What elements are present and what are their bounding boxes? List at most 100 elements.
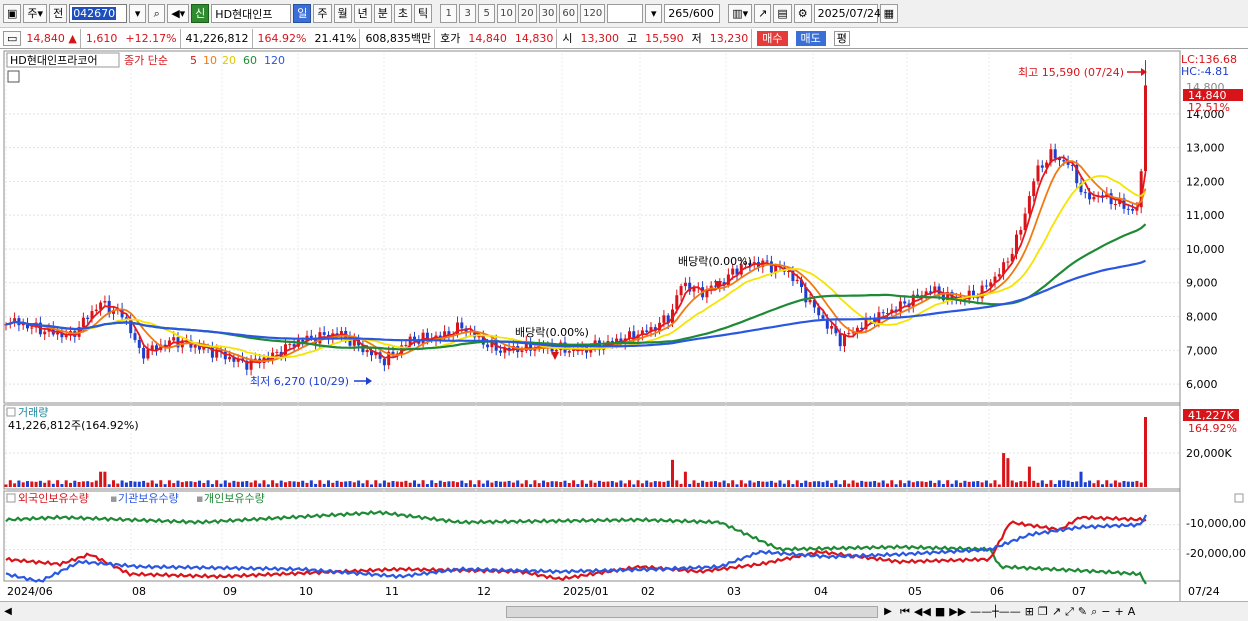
x-tick-label: 05 — [908, 585, 922, 598]
zoom-icon[interactable]: ⌕ — [1091, 605, 1097, 619]
volume-bar — [430, 480, 434, 487]
volume-bar — [314, 483, 318, 487]
volume-bar — [107, 484, 111, 487]
copy-icon[interactable]: ❐ — [1038, 605, 1048, 619]
multiplier-1[interactable]: 1 — [440, 4, 458, 23]
count-field[interactable]: 265/600 — [664, 4, 721, 23]
volume-bar — [1083, 482, 1087, 487]
volume-bar — [696, 482, 700, 487]
layout-icon[interactable]: ⊞ — [1025, 605, 1034, 619]
window-icon[interactable]: ▣ — [3, 4, 22, 23]
volume-bar — [86, 481, 90, 487]
period-tick[interactable]: 틱 — [414, 4, 433, 23]
volume-bar — [137, 481, 141, 487]
custom-multiplier-input[interactable] — [607, 4, 644, 23]
eval-button[interactable]: 평 — [831, 30, 853, 46]
volume-bar — [726, 483, 730, 487]
period-minute[interactable]: 분 — [373, 4, 392, 23]
volume-bar — [1015, 482, 1018, 487]
zoom-out-icon[interactable]: − — [1101, 605, 1110, 619]
candle-body — [275, 351, 279, 353]
candle-body — [847, 333, 851, 335]
period-year[interactable]: 년 — [353, 4, 372, 23]
multiplier-120[interactable]: 120 — [580, 4, 606, 23]
scroll-track[interactable] — [16, 605, 880, 619]
volume-bar — [1122, 480, 1126, 487]
volume-bar — [241, 481, 244, 487]
save-icon[interactable]: ▤ — [773, 4, 792, 23]
search-icon[interactable]: ⌕ — [148, 4, 166, 23]
volume-bar — [38, 480, 42, 487]
candle-body — [150, 345, 154, 350]
code-dropdown-icon[interactable]: ▾ — [129, 4, 147, 23]
multiplier-30[interactable]: 30 — [538, 4, 558, 23]
zoom-in-icon[interactable]: + — [1115, 605, 1124, 619]
zoom-slider[interactable]: ——┼—— — [970, 605, 1021, 619]
legend-individual: 개인보유수량 — [204, 492, 265, 505]
erase-icon[interactable]: ✎ — [1078, 605, 1087, 619]
volume-bar — [387, 482, 391, 487]
volume-bar — [997, 484, 1001, 487]
volume-bar — [1053, 483, 1057, 487]
current-pct-tag: 12.51% — [1188, 101, 1230, 114]
volume-bar — [524, 480, 528, 487]
scroll-left-icon[interactable]: ◀ — [0, 606, 16, 617]
volume-value: 41,226,812 — [183, 28, 253, 48]
volume-bar — [782, 483, 786, 487]
multiplier-3[interactable]: 3 — [459, 4, 477, 23]
volume-bar — [266, 484, 270, 487]
volume-bar — [830, 483, 834, 487]
market-select[interactable]: 주 ▾ — [23, 4, 48, 23]
draw-tool-icon[interactable]: ↗ — [754, 4, 772, 23]
prev-button[interactable]: 전 — [49, 4, 68, 23]
stop-icon[interactable]: ■ — [935, 605, 945, 619]
stock-code-input[interactable]: 042670 — [69, 4, 128, 23]
stock-chart[interactable]: HD현대인프라코어 종가 단순 5 10 20 60 120 최고 15,590… — [0, 49, 1248, 601]
speaker-icon[interactable]: ◀▾ — [167, 4, 190, 23]
volume-bar — [236, 481, 240, 487]
fib-tool-icon[interactable]: ⤢ — [1065, 605, 1074, 619]
calendar-icon[interactable]: ▦ — [879, 4, 899, 23]
candle-body — [731, 268, 735, 275]
scroll-right-icon[interactable]: ▶ — [880, 606, 896, 617]
first-icon[interactable]: ⏮ — [900, 605, 910, 619]
volume-bar — [511, 482, 515, 487]
next-page-icon[interactable]: ▶▶ — [949, 605, 966, 619]
period-second[interactable]: 초 — [393, 4, 413, 23]
volume-bar — [486, 480, 490, 487]
volume-bar — [787, 480, 791, 487]
quote-bar: ▭ 14,840 ▲ 1,610 +12.17% 41,226,812 164.… — [0, 28, 1248, 49]
volume-bar — [916, 481, 920, 487]
multiplier-60[interactable]: 60 — [559, 4, 579, 23]
volume-bar — [404, 480, 408, 487]
quote-expand-icon[interactable]: ▭ — [3, 30, 22, 46]
buy-button[interactable]: 매수 — [754, 30, 790, 46]
volume-bar — [615, 482, 619, 487]
volume-bar — [744, 483, 748, 487]
settings-icon[interactable]: ⚙ — [793, 4, 812, 23]
multiplier-5[interactable]: 5 — [478, 4, 496, 23]
font-size-icon[interactable]: A — [1128, 605, 1136, 619]
candle-body — [1040, 165, 1044, 168]
volume-bar — [202, 483, 206, 487]
line-tool-icon[interactable]: ↗ — [1052, 605, 1061, 619]
period-day[interactable]: 일 — [293, 4, 312, 23]
stock-name-field[interactable]: HD현대인프 — [211, 4, 292, 23]
date-field[interactable]: 2025/07/24 — [813, 4, 881, 23]
table-toggle-icon[interactable] — [7, 70, 20, 83]
period-month[interactable]: 월 — [333, 4, 352, 23]
multiplier-10[interactable]: 10 — [497, 4, 516, 23]
price-change-pct: +12.17% — [122, 28, 181, 48]
prev-page-icon[interactable]: ◀◀ — [914, 605, 931, 619]
period-week[interactable]: 주 — [313, 4, 332, 23]
sell-button[interactable]: 매도 — [793, 30, 829, 46]
volume-bar — [116, 483, 120, 487]
volume-bar — [714, 481, 717, 487]
scroll-thumb[interactable] — [506, 605, 878, 618]
candle-body — [554, 349, 558, 352]
multiplier-dropdown-icon[interactable]: ▾ — [645, 4, 663, 23]
chart-type-icon[interactable]: ▥▾ — [728, 4, 753, 23]
multiplier-20[interactable]: 20 — [517, 4, 537, 23]
volume-bar — [163, 484, 167, 487]
chart-scrollbar[interactable]: ◀ ▶ ⏮ ◀◀ ■ ▶▶ ——┼—— ⊞ ❐ ↗ ⤢ ✎ ⌕ − + A — [0, 601, 1248, 621]
